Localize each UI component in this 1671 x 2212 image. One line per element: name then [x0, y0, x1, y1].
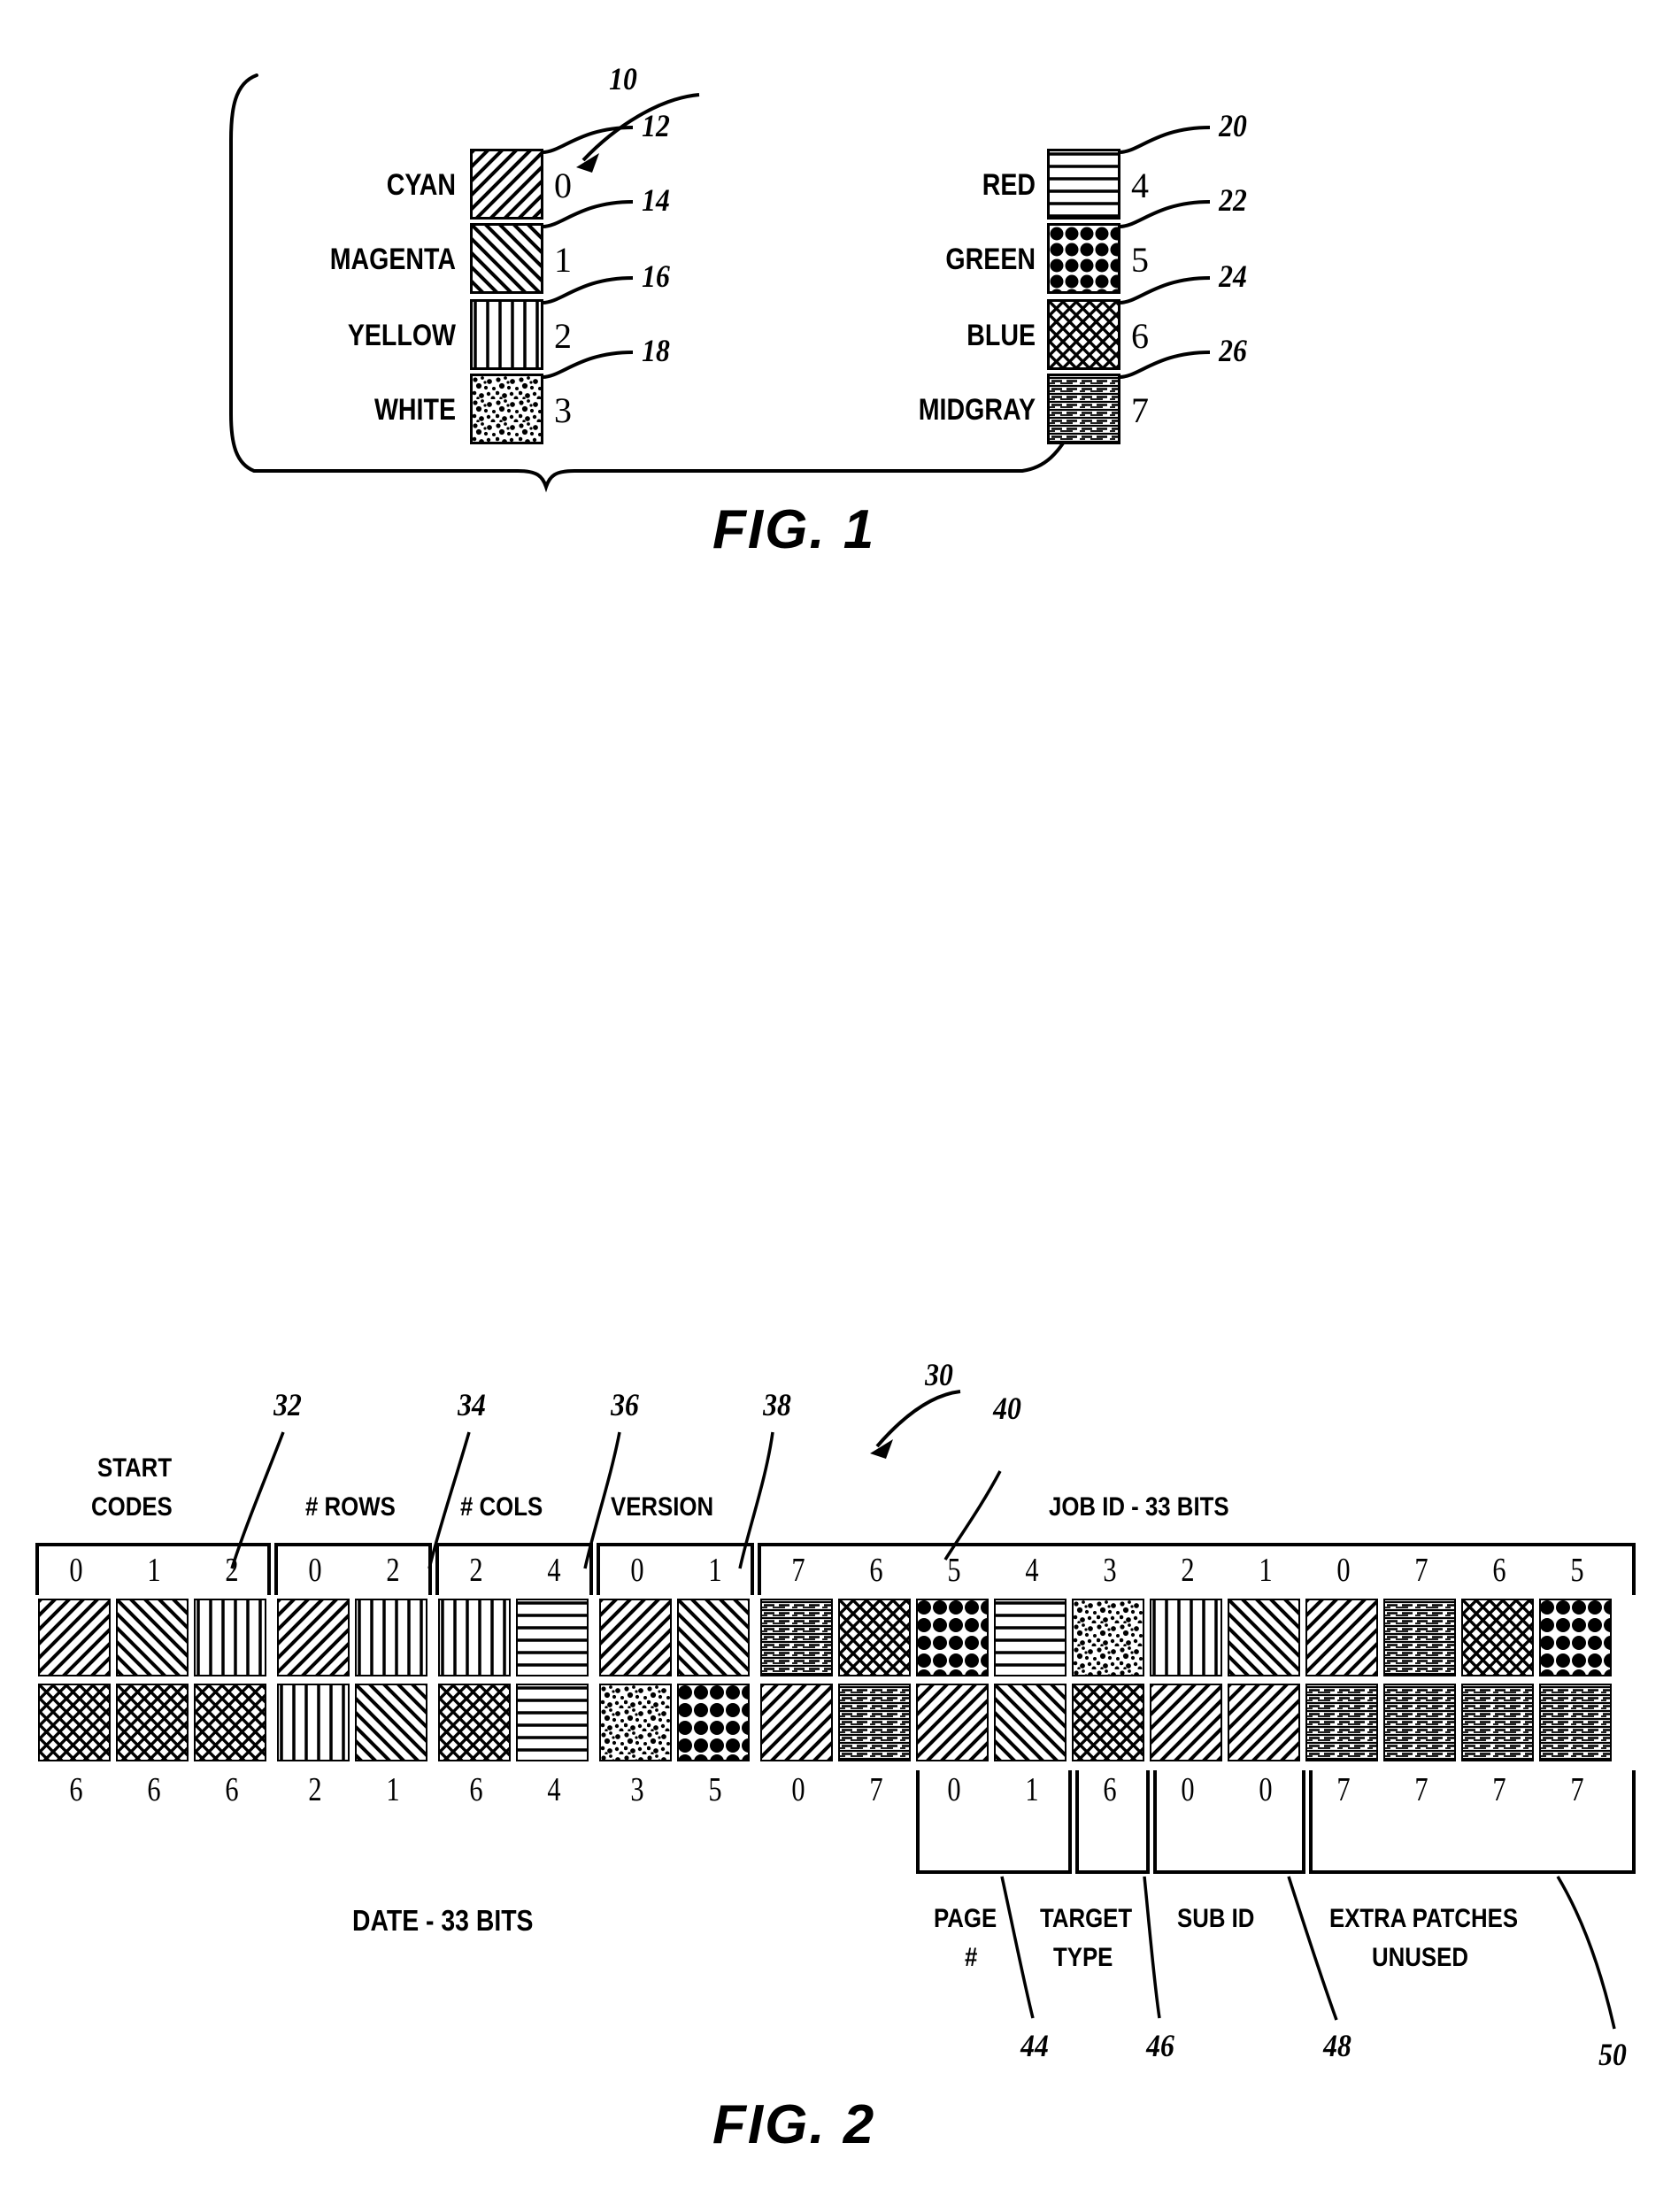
patch-cell — [1072, 1599, 1144, 1676]
patch-cell — [1539, 1599, 1612, 1676]
patch-cell — [438, 1684, 511, 1761]
patch-cell — [194, 1599, 266, 1676]
top-digit: 4 — [1025, 1552, 1039, 1589]
patch-cell — [760, 1599, 833, 1676]
patch-cell — [194, 1684, 266, 1761]
patch-cell — [38, 1684, 111, 1761]
top-digit: 6 — [869, 1552, 883, 1589]
patch-grid — [35, 1599, 1637, 1771]
patch-cell — [599, 1684, 672, 1761]
patch-cell — [1539, 1684, 1612, 1761]
patch-cell — [277, 1684, 350, 1761]
top-digit: 1 — [708, 1552, 722, 1589]
top-digit: 0 — [308, 1552, 322, 1589]
top-digit: 2 — [1181, 1552, 1195, 1589]
figure-2: START CODES # ROWS # COLS VERSION JOB ID… — [0, 0, 1671, 2212]
patch-cell — [1461, 1599, 1534, 1676]
top-digit: 7 — [791, 1552, 805, 1589]
patch-cell — [916, 1684, 989, 1761]
figure2-ref-40: 40 — [993, 1391, 1021, 1426]
top-digit: 5 — [947, 1552, 961, 1589]
patch-cell — [116, 1684, 189, 1761]
top-digit: 0 — [69, 1552, 83, 1589]
figure2-ref-38: 38 — [763, 1387, 791, 1422]
patch-cell — [1228, 1599, 1300, 1676]
patch-cell — [1383, 1599, 1456, 1676]
top-digit: 2 — [225, 1552, 239, 1589]
patch-cell — [1383, 1684, 1456, 1761]
patch-cell — [516, 1599, 589, 1676]
top-digit: 6 — [1492, 1552, 1506, 1589]
patch-cell — [1305, 1684, 1378, 1761]
top-digit: 0 — [630, 1552, 644, 1589]
patch-cell — [355, 1599, 427, 1676]
patch-cell — [116, 1599, 189, 1676]
patch-cell — [599, 1599, 672, 1676]
figure2-ref-46: 46 — [1146, 2028, 1174, 2063]
figure2-ref-50: 50 — [1598, 2037, 1627, 2072]
patch-cell — [277, 1599, 350, 1676]
patch-cell — [677, 1599, 750, 1676]
top-digit: 1 — [1259, 1552, 1273, 1589]
figure2-ref-30: 30 — [925, 1357, 953, 1392]
patch-cell — [760, 1684, 833, 1761]
top-digit: 7 — [1414, 1552, 1428, 1589]
patch-cell — [1150, 1684, 1222, 1761]
top-digit: 3 — [1103, 1552, 1117, 1589]
patch-cell — [677, 1684, 750, 1761]
top-digit: 4 — [547, 1552, 561, 1589]
top-digit: 0 — [1336, 1552, 1351, 1589]
figure2-caption: FIG. 2 — [712, 2094, 876, 2155]
figure2-ref-36: 36 — [611, 1387, 639, 1422]
figure2-ref30-arrow — [870, 1390, 961, 1459]
figure2-top-digits: 0 1 2 0 2 2 4 0 1 7 6 5 4 3 2 1 0 7 6 5 — [35, 1551, 1637, 1595]
figure2-ref-44: 44 — [1020, 2028, 1049, 2063]
patch-cell — [1150, 1599, 1222, 1676]
patch-cell — [355, 1684, 427, 1761]
patch-cell — [438, 1599, 511, 1676]
patch-cell — [916, 1599, 989, 1676]
patch-cell — [1305, 1599, 1378, 1676]
top-digit: 1 — [147, 1552, 161, 1589]
top-digit: 2 — [469, 1552, 483, 1589]
patch-cell — [994, 1599, 1067, 1676]
patch-cell — [516, 1684, 589, 1761]
patch-cell — [838, 1599, 911, 1676]
top-digit: 5 — [1570, 1552, 1584, 1589]
patch-cell — [1072, 1684, 1144, 1761]
patch-cell — [994, 1684, 1067, 1761]
patch-cell — [838, 1684, 911, 1761]
figure2-ref-34: 34 — [458, 1387, 486, 1422]
patch-cell — [38, 1599, 111, 1676]
patch-cell — [1461, 1684, 1534, 1761]
figure2-ref-32: 32 — [273, 1387, 302, 1422]
top-digit: 2 — [386, 1552, 400, 1589]
patch-cell — [1228, 1684, 1300, 1761]
figure2-ref-48: 48 — [1323, 2028, 1351, 2063]
